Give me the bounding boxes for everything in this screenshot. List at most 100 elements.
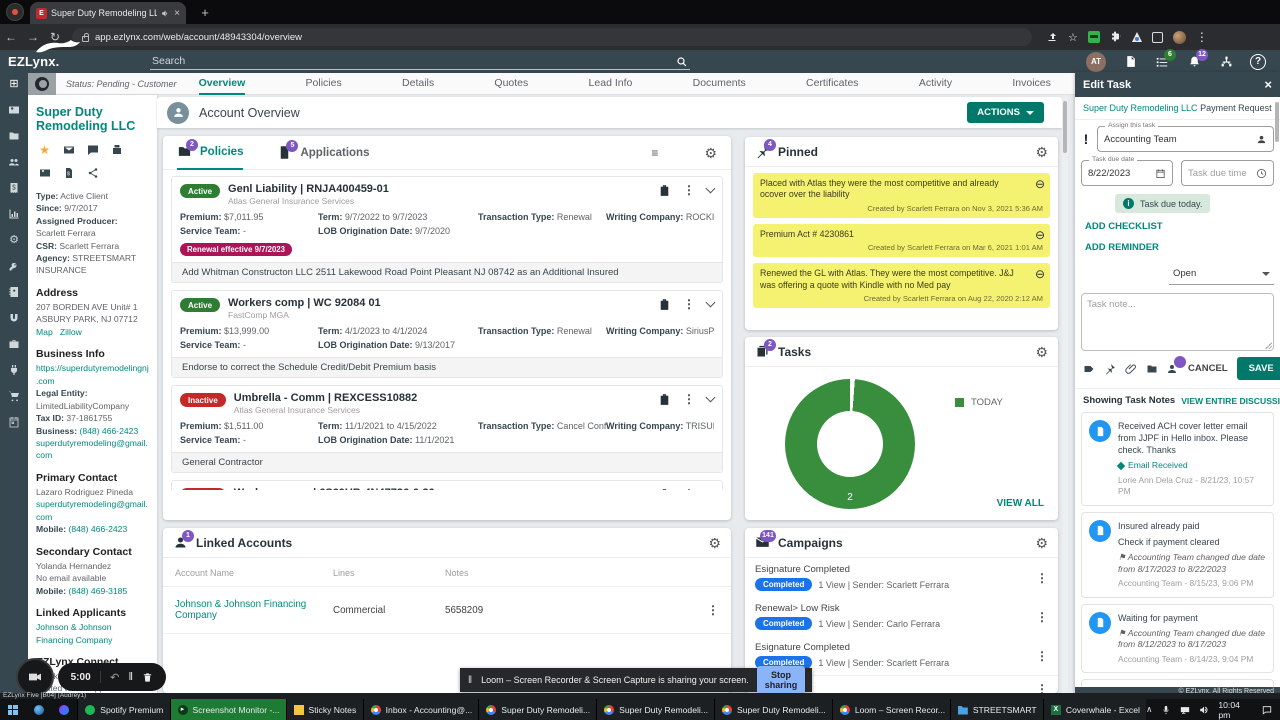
resize-handle[interactable]	[1265, 342, 1272, 349]
campaign-menu-icon[interactable]: ⋮	[1036, 571, 1048, 585]
taskbar-item-spotify[interactable]: Spotify Premium	[77, 699, 170, 720]
main-scrollbar[interactable]	[1062, 95, 1068, 693]
campaign-menu-icon[interactable]: ⋮	[1036, 610, 1048, 624]
contact-card-icon[interactable]	[8, 103, 21, 116]
policy-row[interactable]: Inactive Workers comp | 6S60UB-4N47736-6…	[171, 480, 723, 490]
close-panel-icon[interactable]: ×	[1264, 77, 1272, 92]
clock[interactable]: 10:04 pm	[1218, 700, 1253, 720]
help-icon[interactable]: ?	[1250, 53, 1266, 70]
tab-invoices[interactable]: Invoices	[1012, 73, 1051, 95]
policy-menu-icon[interactable]: ⋮	[683, 297, 695, 311]
browser-tab[interactable]: E Super Duty Remodeling LLC ×	[30, 2, 186, 24]
taskbar-item-super-duty-2[interactable]: Super Duty Remodeli...	[596, 699, 714, 720]
org-chart-icon[interactable]	[1218, 54, 1234, 70]
pin-icon[interactable]	[1104, 362, 1116, 375]
pause-icon[interactable]: ‖	[129, 671, 134, 683]
favorite-star-icon[interactable]: ★	[38, 143, 51, 157]
cancel-button[interactable]: CANCEL	[1188, 363, 1228, 374]
undo-icon[interactable]: ↶	[110, 671, 119, 684]
campaign-menu-icon[interactable]: ⋮	[1036, 682, 1048, 693]
roboform-extension-icon[interactable]	[1087, 31, 1100, 43]
task-note-input[interactable]	[1082, 294, 1273, 350]
linked-account-menu-icon[interactable]: ⋮	[707, 603, 719, 617]
campaign-item[interactable]: Renewal> Low Risk Completed 1 View | Send…	[745, 597, 1058, 636]
tab-quotes[interactable]: Quotes	[494, 73, 528, 95]
tray-chevron-icon[interactable]: ∧	[1146, 704, 1152, 715]
email-icon[interactable]	[62, 144, 75, 157]
sort-icon[interactable]: ≡	[651, 146, 658, 160]
linked-account-name-link[interactable]: Johnson & Johnson Financing Company	[175, 599, 333, 621]
unpin-icon[interactable]: ⊖	[1035, 228, 1045, 242]
tab-audio-icon[interactable]	[161, 9, 170, 18]
policy-expand-icon[interactable]	[705, 297, 716, 308]
campaigns-settings-icon[interactable]: ⚙	[1035, 536, 1048, 550]
tab-close-icon[interactable]: ×	[174, 8, 180, 19]
tasks-view-all-link[interactable]: VIEW ALL	[997, 498, 1044, 509]
tasks-donut-chart[interactable]: 2	[785, 379, 915, 509]
sms-icon[interactable]	[86, 144, 99, 157]
user-avatar[interactable]: AT	[1086, 51, 1106, 72]
invoice-icon[interactable]	[8, 181, 21, 194]
share-icon[interactable]	[1046, 31, 1058, 43]
new-document-icon[interactable]	[1122, 54, 1138, 70]
browser-menu-icon[interactable]: ⋮	[1196, 30, 1208, 44]
stop-sharing-button[interactable]: Stop sharing	[756, 666, 806, 694]
folder-icon[interactable]	[8, 129, 21, 142]
campaign-menu-icon[interactable]: ⋮	[1036, 649, 1048, 663]
edge-browser-icon[interactable]	[26, 699, 52, 720]
ezlynx-logo[interactable]: EZLynx.	[0, 40, 150, 69]
task-note-item[interactable]: Received ACH cover letter email from JJP…	[1081, 412, 1274, 506]
task-account-link[interactable]: Super Duty Remodeling LLC	[1083, 103, 1198, 113]
taskbar-item-excel[interactable]: X Coverwhale - Excel	[1042, 699, 1147, 720]
microphone-icon[interactable]	[1161, 705, 1171, 715]
col-account-name[interactable]: Account Name	[175, 568, 333, 578]
priority-icon[interactable]: !	[1081, 131, 1091, 147]
account-name[interactable]: Super Duty Remodeling LLC	[36, 105, 149, 134]
policy-row[interactable]: Active Genl Liability | RNJA400459-01 At…	[171, 176, 723, 284]
policy-writing-company[interactable]: Writing Company: TRISURA SPE...	[606, 420, 714, 434]
key-icon[interactable]	[8, 259, 21, 272]
address-bar[interactable]: app.ezlynx.com/web/account/48943304/over…	[72, 28, 1032, 46]
policy-title[interactable]: Workers comp | 6S60UB-4N47736-6-20	[234, 487, 435, 490]
search-input[interactable]	[150, 53, 690, 70]
taskbar-item-super-duty-3[interactable]: Super Duty Remodeli...	[713, 699, 832, 720]
zillow-link[interactable]: Zillow	[60, 327, 82, 337]
pinned-note[interactable]: Renewed the GL with Atlas. They were the…	[753, 263, 1050, 309]
start-button[interactable]	[0, 699, 26, 720]
extensions-puzzle-icon[interactable]	[1110, 31, 1122, 43]
reports-chart-icon[interactable]	[8, 207, 21, 220]
taskbar-item-super-duty-1[interactable]: Super Duty Remodeli...	[478, 699, 597, 720]
taskbar-item-loom[interactable]: Loom – Screen Recor...	[831, 699, 950, 720]
ezlynx-five-logo[interactable]	[28, 72, 56, 95]
tab-certificates[interactable]: Certificates	[806, 73, 859, 95]
policy-row[interactable]: Inactive Umbrella - Comm | REXCESS10882 …	[171, 385, 723, 474]
actions-button[interactable]: ACTIONS	[967, 102, 1044, 123]
task-note-item[interactable]: Insured already paid Check if payment cl…	[1081, 511, 1274, 598]
policy-clipboard-icon[interactable]	[658, 184, 671, 197]
col-lines[interactable]: Lines	[333, 568, 445, 578]
lab-extension-icon[interactable]	[1131, 32, 1142, 42]
tab-overview[interactable]: Overview	[198, 73, 246, 95]
primary-contact-email[interactable]: superdutyremodeling@gmail.com	[36, 498, 149, 523]
taskbar-item-streetsmart[interactable]: STREETSMART	[949, 699, 1043, 720]
messenger-icon[interactable]	[52, 699, 78, 720]
trash-icon[interactable]	[142, 672, 153, 683]
assignee-field[interactable]: Assign this task Accounting Team	[1097, 122, 1274, 152]
policies-settings-icon[interactable]: ⚙	[704, 146, 717, 160]
unpin-icon[interactable]: ⊖	[1035, 177, 1045, 191]
task-list-icon[interactable]: 6	[1154, 48, 1176, 70]
plug-icon[interactable]	[8, 363, 21, 376]
policy-writing-company[interactable]: Writing Company: ROCKINGHAM...	[606, 211, 714, 225]
users-icon[interactable]	[8, 155, 21, 168]
hide-link[interactable]: Hide	[813, 675, 832, 685]
col-notes[interactable]: Notes	[445, 568, 719, 578]
id-card-icon[interactable]	[38, 167, 51, 180]
browser-profile-avatar[interactable]	[1172, 30, 1186, 44]
business-email[interactable]: superdutyremodeling@gmail.com	[36, 437, 149, 462]
schedule-icon[interactable]	[8, 415, 21, 428]
policy-row[interactable]: Active Workers comp | WC 92084 01 FastCo…	[171, 290, 723, 379]
address-book-icon[interactable]	[8, 285, 21, 298]
magnet-icon[interactable]	[8, 311, 21, 324]
tasks-settings-icon[interactable]: ⚙	[1035, 345, 1048, 359]
tab-activity[interactable]: Activity	[919, 73, 952, 95]
